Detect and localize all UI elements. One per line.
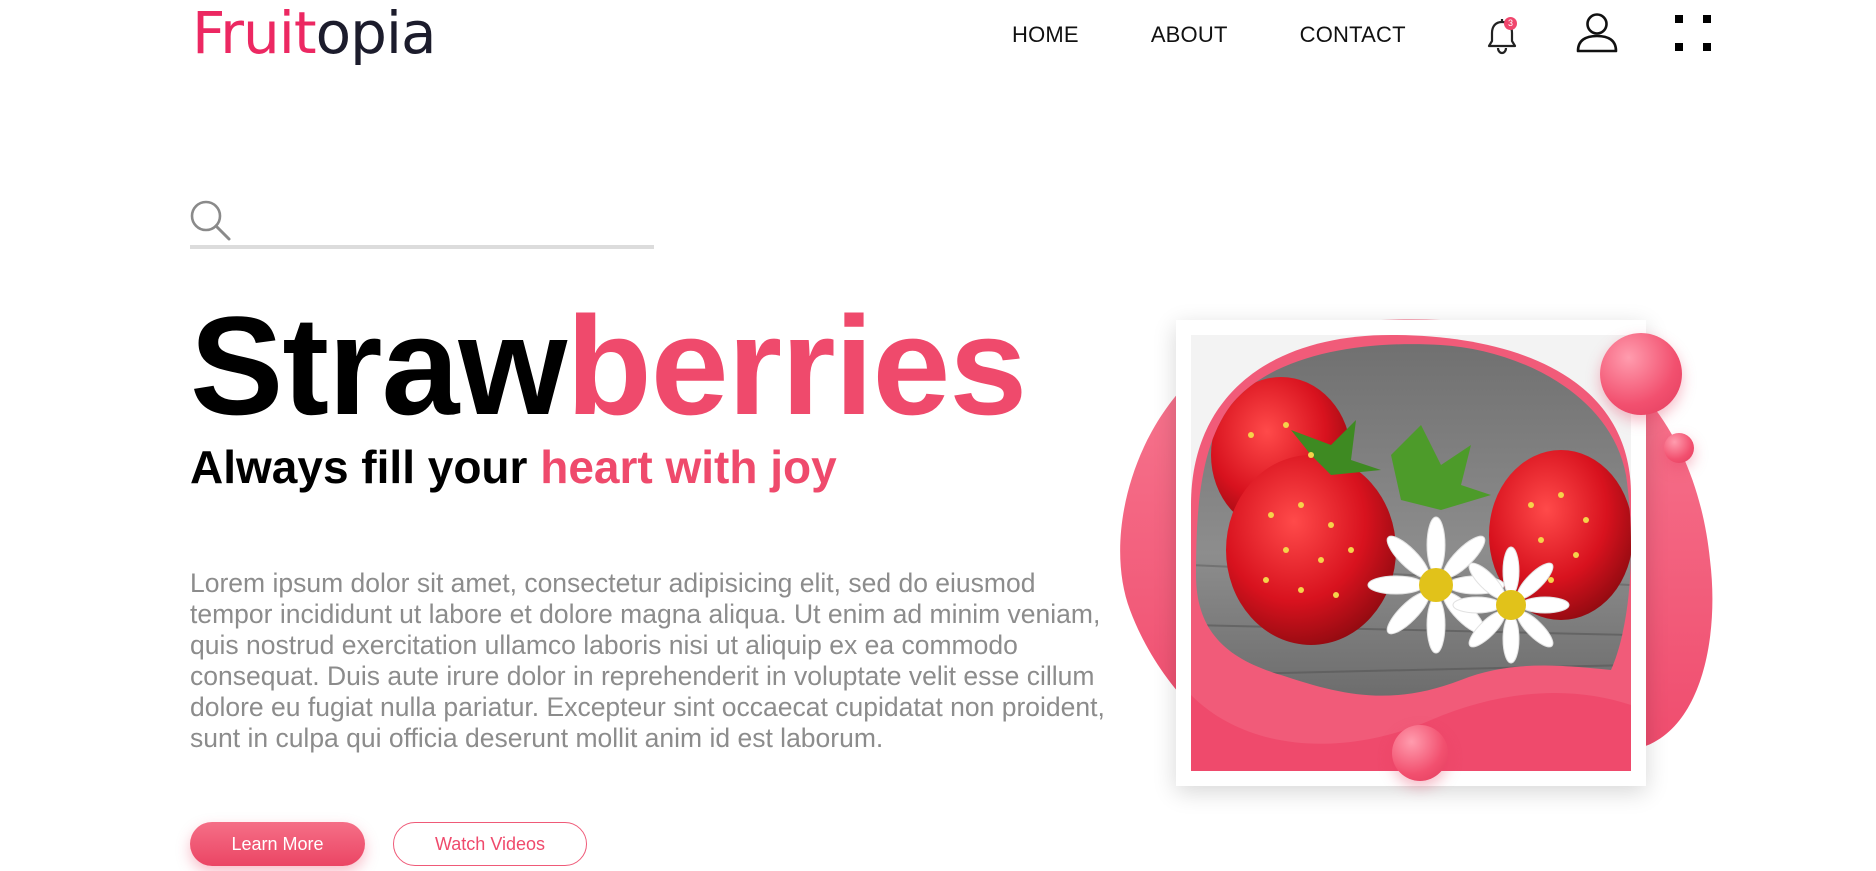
logo-text-fruit: Fruit <box>192 0 317 67</box>
strawberry-photo <box>1191 335 1631 771</box>
grid-menu-icon[interactable] <box>1674 14 1712 52</box>
decor-bubble-medium <box>1392 725 1448 781</box>
main-nav: HOME ABOUT CONTACT <box>1012 22 1406 48</box>
watch-videos-button[interactable]: Watch Videos <box>393 822 587 866</box>
hero-subtitle-pink: heart with joy <box>540 441 837 493</box>
hero-subtitle: Always fill your heart with joy <box>190 444 837 490</box>
logo-text-opia: opia <box>315 0 437 67</box>
hero-title-pink: berries <box>566 287 1027 444</box>
nav-home-link[interactable]: HOME <box>1012 22 1079 48</box>
search-icon[interactable] <box>188 198 232 242</box>
nav-contact-link[interactable]: CONTACT <box>1300 22 1406 48</box>
hero-description: Lorem ipsum dolor sit amet, consectetur … <box>190 568 1105 753</box>
decor-bubble-small <box>1664 433 1694 463</box>
hero-subtitle-black: Always fill your <box>190 441 541 493</box>
user-icon[interactable] <box>1574 12 1620 54</box>
brand-logo[interactable]: Fruitopia <box>192 4 437 62</box>
hero-photo <box>1191 335 1631 771</box>
notification-badge: 3 <box>1504 17 1517 30</box>
hero-title: Strawberries <box>190 296 1027 436</box>
learn-more-button[interactable]: Learn More <box>190 822 365 866</box>
landing-page: Fruitopia HOME ABOUT CONTACT 3 Strawberr… <box>0 0 1876 871</box>
hero-title-black: Straw <box>190 287 567 444</box>
nav-about-link[interactable]: ABOUT <box>1151 22 1228 48</box>
search-underline <box>190 245 654 249</box>
decor-bubble-large <box>1600 333 1682 415</box>
search-input[interactable] <box>238 200 648 240</box>
